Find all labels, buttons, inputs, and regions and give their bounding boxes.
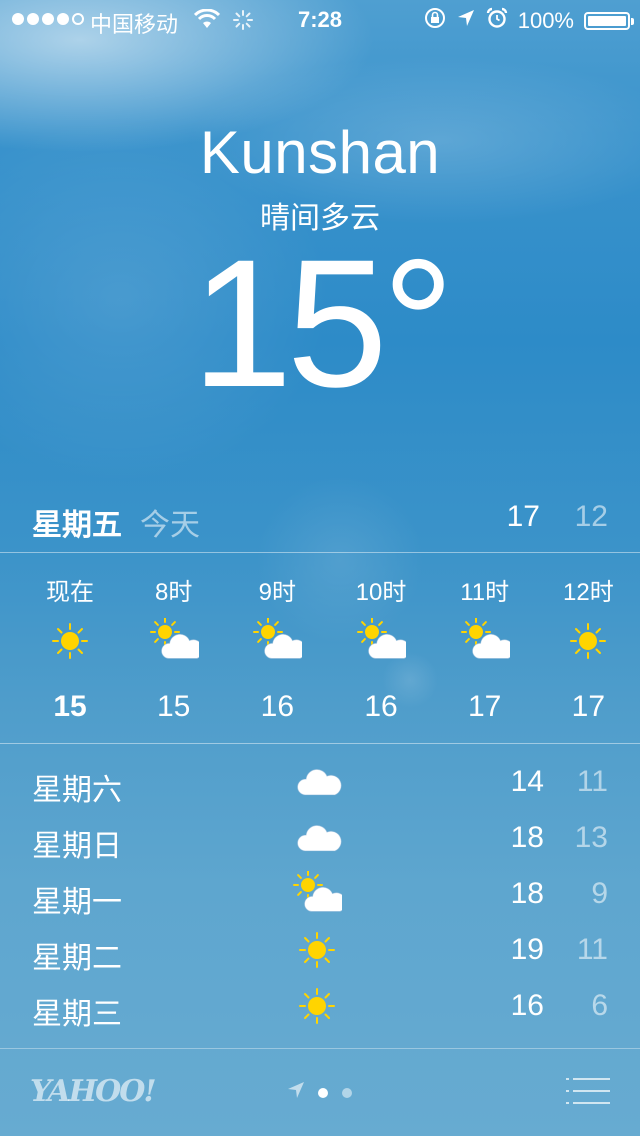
- today-summary: 星期五 今天 17 12: [0, 492, 640, 552]
- day-name: 星期一: [32, 886, 122, 919]
- alarm-icon: [486, 7, 508, 35]
- city-list-button[interactable]: [566, 1076, 610, 1106]
- hourly-item: 9时 16: [225, 558, 329, 738]
- day-name: 星期三: [32, 998, 122, 1031]
- hour-temperature: 16: [260, 690, 295, 723]
- day-low: 11: [576, 765, 608, 798]
- hour-temperature: 16: [364, 690, 398, 723]
- day-name: 星期二: [32, 942, 122, 975]
- hour-label: 10时: [355, 579, 407, 606]
- daily-forecast[interactable]: 星期六 14 11 星期日 18 13 星期一 18 9 星期二 19 11 星期三 16 6: [0, 756, 640, 1036]
- city-name: Kunshan: [199, 119, 441, 186]
- day-low: 6: [591, 989, 608, 1022]
- location-arrow-icon: [286, 1080, 306, 1105]
- day-high: 16: [510, 989, 544, 1022]
- today-high: 17: [506, 500, 540, 533]
- hourly-item: 8时 15: [122, 558, 226, 738]
- partly-cloudy-icon: [356, 617, 411, 664]
- yahoo-logo[interactable]: YAHOO!: [30, 1074, 157, 1109]
- cloud-icon: [292, 815, 342, 861]
- page-dot[interactable]: [342, 1087, 352, 1098]
- hour-label: 现在: [46, 579, 94, 606]
- sun-icon: [45, 618, 95, 664]
- day-high: 18: [510, 877, 544, 910]
- hour-temperature: 17: [468, 690, 502, 723]
- day-high: 19: [510, 933, 544, 966]
- divider: [0, 552, 640, 553]
- today-day-name: 星期五: [32, 509, 122, 542]
- hour-temperature: 17: [571, 690, 606, 723]
- hour-temperature: 15: [156, 690, 191, 723]
- day-low: 9: [591, 877, 608, 910]
- day-low: 11: [576, 933, 608, 966]
- hour-label: 11时: [460, 579, 510, 606]
- day-low: 13: [574, 821, 608, 854]
- bottom-bar: YAHOO!: [0, 1050, 640, 1136]
- day-name: 星期日: [32, 830, 122, 863]
- day-high: 14: [510, 765, 544, 798]
- partly-cloudy-icon: [460, 617, 515, 664]
- day-name: 星期六: [32, 774, 122, 807]
- hour-label: 12时: [563, 579, 614, 606]
- hourly-item: 现在 15: [18, 558, 122, 738]
- daily-row: 星期三 16 6: [0, 980, 640, 1036]
- divider: [0, 1048, 640, 1049]
- daily-row: 星期日 18 13: [0, 812, 640, 868]
- battery-percentage: 100%: [517, 8, 574, 33]
- status-bar: 中国移动 7:28 100%: [0, 0, 640, 40]
- sun-icon: [292, 927, 342, 973]
- page-indicator[interactable]: [286, 1080, 352, 1105]
- sun-icon: [292, 983, 342, 1029]
- page-dot[interactable]: [318, 1087, 328, 1098]
- hour-temperature: 15: [53, 690, 87, 723]
- day-high: 18: [510, 821, 544, 854]
- partly-cloudy-icon: [149, 617, 204, 664]
- hour-label: 8时: [154, 579, 193, 606]
- hourly-item: 10时 16: [329, 558, 433, 738]
- sun-icon: [563, 618, 613, 664]
- hourly-forecast[interactable]: 现在 15 8时 15 9时 16 10时 16 11时 17 12时 17: [18, 558, 640, 738]
- orientation-lock-icon: [424, 7, 446, 35]
- today-label: 今天: [140, 509, 200, 542]
- current-temperature: 15°: [191, 221, 454, 425]
- hourly-item: 12时 17: [536, 558, 640, 738]
- divider: [0, 743, 640, 744]
- hourly-item: 11时 17: [433, 558, 537, 738]
- list-icon: [566, 1078, 610, 1104]
- partly-cloudy-icon: [292, 870, 347, 917]
- partly-cloudy-icon: [252, 617, 307, 664]
- daily-row: 星期六 14 11: [0, 756, 640, 812]
- battery-icon: [584, 12, 634, 30]
- location-arrow-icon: [456, 8, 476, 34]
- today-low: 12: [574, 500, 608, 533]
- cloud-icon: [292, 759, 342, 805]
- hour-label: 9时: [258, 579, 297, 606]
- daily-row: 星期一 18 9: [0, 868, 640, 924]
- daily-row: 星期二 19 11: [0, 924, 640, 980]
